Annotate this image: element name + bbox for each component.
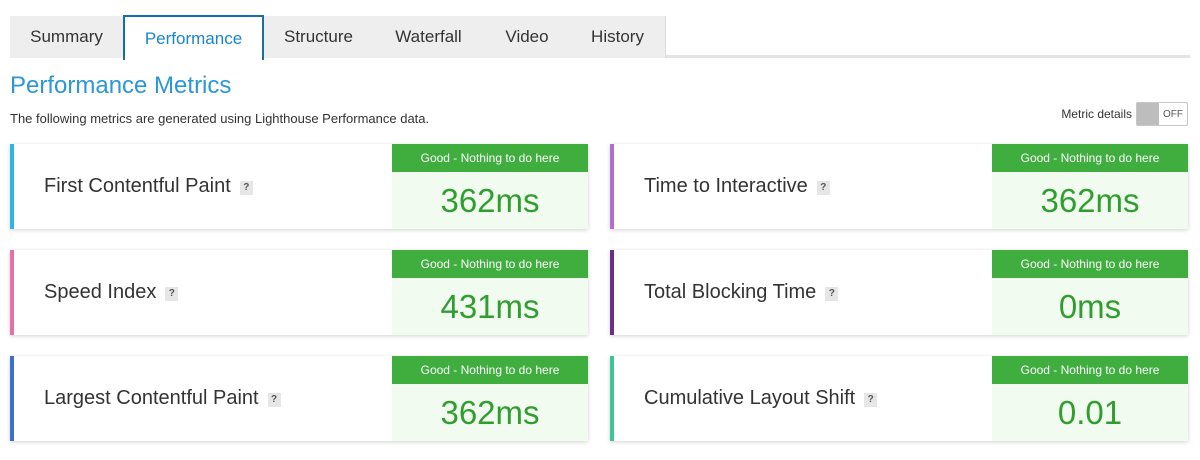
metric-name-wrap: Cumulative Layout Shift ? (644, 356, 878, 441)
tab-structure[interactable]: Structure (264, 16, 374, 58)
status-badge: Good - Nothing to do here (992, 356, 1188, 384)
metric-card-first-contentful-paint: First Contentful Paint ? Good - Nothing … (10, 144, 588, 229)
metric-details-label: Metric details (1061, 107, 1132, 121)
metric-name-wrap: Largest Contentful Paint ? (44, 356, 281, 441)
metric-name: First Contentful Paint (44, 175, 231, 197)
status-badge: Good - Nothing to do here (992, 250, 1188, 278)
score-box: Good - Nothing to do here 362ms (392, 144, 588, 229)
metric-details-toggle[interactable]: OFF (1136, 102, 1188, 126)
help-icon[interactable]: ? (267, 392, 281, 407)
metric-name: Cumulative Layout Shift (644, 387, 856, 409)
score-box: Good - Nothing to do here 0ms (992, 250, 1188, 335)
metric-value: 362ms (440, 393, 540, 431)
help-icon[interactable]: ? (825, 286, 839, 301)
score-box: Good - Nothing to do here 431ms (392, 250, 588, 335)
help-icon[interactable]: ? (864, 392, 878, 407)
metric-value: 0ms (1058, 287, 1122, 325)
metric-name-wrap: First Contentful Paint ? (44, 144, 253, 229)
help-icon[interactable]: ? (165, 286, 179, 301)
metric-name: Time to Interactive (644, 175, 808, 197)
tab-bar: Summary Performance Structure Waterfall … (10, 15, 1190, 60)
metric-card-time-to-interactive: Time to Interactive ? Good - Nothing to … (610, 144, 1188, 229)
page-title: Performance Metrics (10, 72, 232, 99)
score-box: Good - Nothing to do here 362ms (992, 144, 1188, 229)
status-badge: Good - Nothing to do here (392, 144, 588, 172)
tab-waterfall[interactable]: Waterfall (373, 16, 485, 58)
metric-name: Speed Index (44, 281, 157, 303)
tab-history[interactable]: History (570, 16, 666, 58)
metric-name-wrap: Time to Interactive ? (644, 144, 830, 229)
score-box: Good - Nothing to do here 362ms (392, 356, 588, 441)
status-badge: Good - Nothing to do here (992, 144, 1188, 172)
toggle-state: OFF (1163, 108, 1183, 120)
tab-summary[interactable]: Summary (10, 16, 124, 58)
metric-card-speed-index: Speed Index ? Good - Nothing to do here … (10, 250, 588, 335)
tab-performance[interactable]: Performance (123, 15, 264, 60)
help-icon[interactable]: ? (239, 180, 253, 195)
toggle-knob (1137, 103, 1159, 125)
help-icon[interactable]: ? (816, 180, 830, 195)
status-badge: Good - Nothing to do here (392, 356, 588, 384)
metric-value: 431ms (440, 287, 540, 325)
metric-name-wrap: Speed Index ? (44, 250, 179, 335)
metric-value: 362ms (440, 181, 540, 219)
page-subtitle: The following metrics are generated usin… (10, 111, 430, 126)
metric-card-largest-contentful-paint: Largest Contentful Paint ? Good - Nothin… (10, 356, 588, 441)
metric-card-total-blocking-time: Total Blocking Time ? Good - Nothing to … (610, 250, 1188, 335)
score-box: Good - Nothing to do here 0.01 (992, 356, 1188, 441)
metric-name: Total Blocking Time (644, 281, 817, 303)
metric-value: 362ms (1040, 181, 1140, 219)
metric-card-cumulative-layout-shift: Cumulative Layout Shift ? Good - Nothing… (610, 356, 1188, 441)
metric-value: 0.01 (1057, 393, 1123, 431)
status-badge: Good - Nothing to do here (392, 250, 588, 278)
metric-name-wrap: Total Blocking Time ? (644, 250, 839, 335)
tab-video[interactable]: Video (484, 16, 571, 58)
metric-name: Largest Contentful Paint (44, 387, 259, 409)
metric-details-control: Metric details OFF (1061, 102, 1188, 126)
